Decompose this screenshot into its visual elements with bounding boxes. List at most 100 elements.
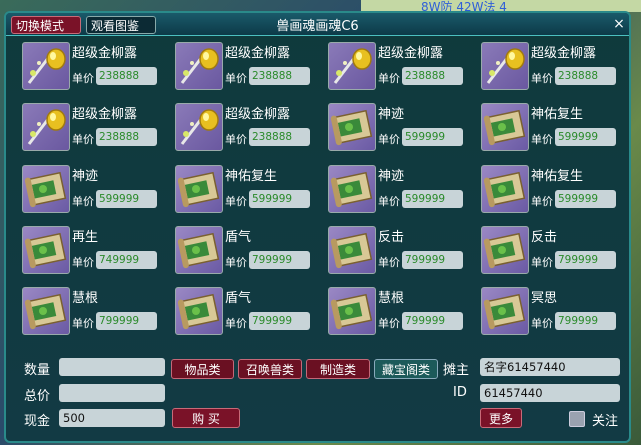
buy-button[interactable]: 购 买	[172, 408, 240, 428]
unit-price-value: 799999	[249, 312, 310, 330]
skill-scroll-icon[interactable]	[328, 287, 376, 335]
unit-price-label: 单价	[531, 317, 553, 330]
item-cell[interactable]: 超级金柳露 单价 238888	[165, 40, 315, 96]
category-craft-button[interactable]: 制造类	[306, 359, 370, 379]
item-cell[interactable]: 超级金柳露单价 238888	[12, 101, 162, 157]
item-cell[interactable]: 神迹 单价 599999	[318, 101, 468, 157]
unit-price-label: 单价	[378, 256, 400, 269]
unit-price-label: 单价	[72, 133, 94, 146]
gold-dew-icon[interactable]	[175, 103, 223, 151]
item-name: 神迹	[378, 107, 405, 122]
unit-price-value: 599999	[402, 190, 463, 208]
item-cell[interactable]: 冥思单价 799999	[471, 285, 621, 341]
id-label: ID	[453, 385, 467, 400]
gold-dew-icon[interactable]	[481, 42, 529, 90]
quantity-input[interactable]	[59, 358, 165, 376]
gold-dew-icon[interactable]	[328, 42, 376, 90]
skill-scroll-icon[interactable]	[481, 226, 529, 274]
item-cell[interactable]: 超级金柳露单价 238888	[471, 40, 621, 96]
item-cell[interactable]: 神迹 单价 599999	[12, 163, 162, 219]
unit-price-label: 单价	[72, 195, 94, 208]
unit-price-value: 799999	[555, 251, 616, 269]
item-cell[interactable]: 慧根单价 799999	[12, 285, 162, 341]
total-price-field	[59, 384, 165, 402]
item-cell[interactable]: 超级金柳露 单价 238888	[318, 40, 468, 96]
skill-scroll-icon[interactable]	[481, 165, 529, 213]
item-cell[interactable]: 盾气 单价 799999	[165, 224, 315, 280]
unit-price-value: 599999	[555, 190, 616, 208]
skill-scroll-icon[interactable]	[481, 103, 529, 151]
skill-scroll-icon[interactable]	[22, 165, 70, 213]
unit-price-value: 599999	[555, 128, 616, 146]
skill-scroll-icon[interactable]	[22, 226, 70, 274]
item-name: 慧根	[378, 291, 405, 306]
skill-scroll-icon[interactable]	[328, 226, 376, 274]
item-cell[interactable]: 超级金柳露 单价 238888	[165, 101, 315, 157]
unit-price-label: 单价	[531, 72, 553, 85]
skill-scroll-icon[interactable]	[175, 226, 223, 274]
item-cell[interactable]: 盾气单价 799999	[165, 285, 315, 341]
follow-checkbox[interactable]	[569, 411, 585, 427]
unit-price-label: 单价	[531, 133, 553, 146]
item-name: 盾气	[225, 291, 252, 306]
item-cell[interactable]: 神迹单价 599999	[318, 163, 468, 219]
item-name: 神佑复生	[531, 169, 584, 184]
unit-price-value: 238888	[402, 67, 463, 85]
follow-label: 关注	[592, 414, 619, 429]
skill-scroll-icon[interactable]	[328, 103, 376, 151]
item-name: 反击	[531, 230, 558, 245]
unit-price-label: 单价	[378, 195, 400, 208]
unit-price-value: 799999	[96, 312, 157, 330]
gold-dew-icon[interactable]	[175, 42, 223, 90]
item-name: 神迹	[378, 169, 405, 184]
skill-scroll-icon[interactable]	[22, 287, 70, 335]
category-items-button[interactable]: 物品类	[171, 359, 234, 379]
gold-dew-icon[interactable]	[22, 103, 70, 151]
item-cell[interactable]: 再生 单价 749999	[12, 224, 162, 280]
more-button[interactable]: 更多	[480, 408, 522, 428]
skill-scroll-icon[interactable]	[481, 287, 529, 335]
seller-name-field: 名字61457440	[480, 358, 620, 376]
unit-price-label: 单价	[225, 256, 247, 269]
unit-price-label: 单价	[378, 72, 400, 85]
unit-price-label: 单价	[225, 317, 247, 330]
item-name: 慧根	[72, 291, 99, 306]
gold-dew-icon[interactable]	[22, 42, 70, 90]
unit-price-label: 单价	[378, 317, 400, 330]
item-name: 超级金柳露	[72, 107, 138, 122]
item-name: 超级金柳露	[531, 46, 597, 61]
item-cell[interactable]: 神佑复生 单价 599999	[165, 163, 315, 219]
unit-price-value: 238888	[96, 128, 157, 146]
item-name: 冥思	[531, 291, 558, 306]
close-icon[interactable]: ×	[610, 15, 628, 33]
unit-price-label: 单价	[72, 256, 94, 269]
item-cell[interactable]: 神佑复生 单价 599999	[471, 101, 621, 157]
stall-window: 切换模式 观看图鉴 兽画魂画魂C6 × 超级金柳露 单价 238888 超级金柳露 单价…	[4, 11, 631, 443]
skill-scroll-icon[interactable]	[175, 165, 223, 213]
unit-price-value: 799999	[555, 312, 616, 330]
unit-price-label: 单价	[225, 195, 247, 208]
title-bar[interactable]: 切换模式 观看图鉴 兽画魂画魂C6 ×	[6, 13, 629, 36]
skill-scroll-icon[interactable]	[175, 287, 223, 335]
item-cell[interactable]: 超级金柳露 单价 238888	[12, 40, 162, 96]
item-cell[interactable]: 神佑复生 单价 599999	[471, 163, 621, 219]
category-treasure-button[interactable]: 藏宝阁类	[374, 359, 438, 379]
unit-price-label: 单价	[531, 256, 553, 269]
unit-price-value: 238888	[249, 128, 310, 146]
unit-price-value: 799999	[402, 312, 463, 330]
cash-field: 500	[59, 409, 165, 427]
item-cell[interactable]: 慧根单价 799999	[318, 285, 468, 341]
unit-price-label: 单价	[72, 72, 94, 85]
unit-price-label: 单价	[72, 317, 94, 330]
unit-price-value: 238888	[555, 67, 616, 85]
unit-price-value: 599999	[249, 190, 310, 208]
category-summon-button[interactable]: 召唤兽类	[238, 359, 302, 379]
item-cell[interactable]: 反击单价 799999	[471, 224, 621, 280]
seller-id-field: 61457440	[480, 384, 620, 402]
unit-price-value: 238888	[249, 67, 310, 85]
skill-scroll-icon[interactable]	[328, 165, 376, 213]
unit-price-value: 238888	[96, 67, 157, 85]
unit-price-value: 599999	[96, 190, 157, 208]
item-name: 盾气	[225, 230, 252, 245]
item-cell[interactable]: 反击 单价 799999	[318, 224, 468, 280]
